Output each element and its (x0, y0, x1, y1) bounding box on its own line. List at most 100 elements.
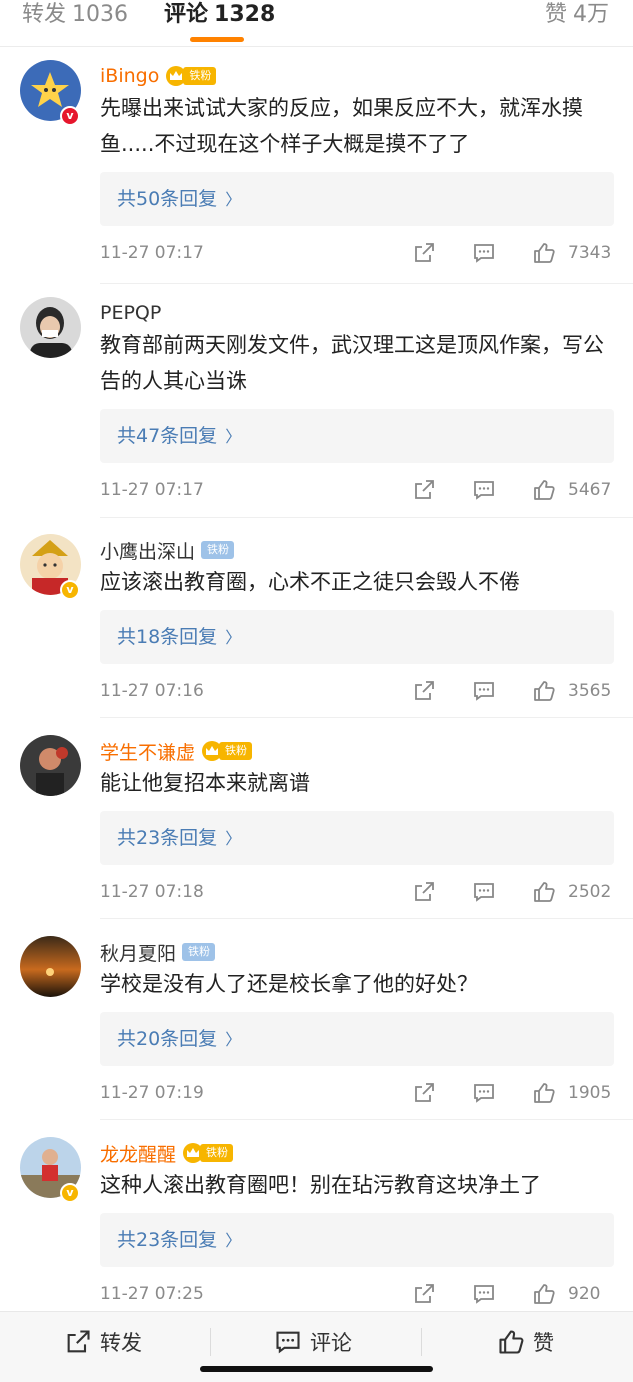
comment-item: PEPQP 教育部前两天刚发文件，武汉理工这是顶风作案，写公告的人其心当诛 共4… (0, 297, 633, 518)
chevron-right-icon: 〉 (225, 1030, 242, 1049)
tab-like[interactable]: 赞 4万 (545, 0, 609, 30)
comment-icon (276, 1331, 300, 1354)
tab-comment-count: 1328 (214, 2, 276, 27)
username[interactable]: iBingo (100, 65, 159, 87)
thumbs-up-icon[interactable] (532, 1081, 556, 1105)
thumbs-up-icon[interactable] (532, 478, 556, 502)
replies-label: 共47条回复 (117, 425, 218, 447)
share-icon[interactable] (412, 1081, 436, 1105)
view-replies-button[interactable]: 共47条回复〉 (100, 409, 614, 463)
view-replies-button[interactable]: 共23条回复〉 (100, 811, 614, 865)
tab-repost-label: 转发 (22, 2, 67, 27)
view-replies-button[interactable]: 共20条回复〉 (100, 1012, 614, 1066)
view-replies-button[interactable]: 共23条回复〉 (100, 1213, 614, 1267)
tab-like-label: 赞 (544, 2, 567, 27)
divider (100, 717, 633, 718)
comment-item: v 龙龙醒醒 铁粉 这种人滚出教育圈吧！别在玷污教育这块净土了 共23条回复〉 … (0, 1137, 633, 1309)
comment-meta: 11-27 07:17 5467 (100, 476, 614, 504)
crown-icon (183, 1143, 204, 1163)
divider (100, 918, 633, 919)
comment-icon[interactable] (472, 478, 496, 502)
fan-badge-label: 铁粉 (219, 742, 253, 760)
home-indicator[interactable] (200, 1366, 433, 1372)
thumbs-up-icon[interactable] (532, 241, 556, 265)
comment-text: 这种人滚出教育圈吧！别在玷污教育这块净土了 (100, 1173, 541, 1197)
like-label: 赞 (533, 1331, 554, 1355)
like-count: 2502 (568, 882, 612, 902)
share-icon[interactable] (412, 679, 436, 703)
chevron-right-icon: 〉 (225, 190, 242, 209)
chevron-right-icon: 〉 (225, 628, 242, 647)
tab-comment-label: 评论 (164, 2, 209, 27)
comment-icon[interactable] (472, 1282, 496, 1306)
repost-button[interactable]: 转发 (64, 1326, 142, 1358)
active-tab-indicator (190, 37, 244, 42)
share-icon[interactable] (412, 880, 436, 904)
like-count: 920 (568, 1284, 601, 1304)
fan-badge: 铁粉 (165, 66, 217, 86)
separator (421, 1328, 422, 1356)
comment-icon[interactable] (472, 880, 496, 904)
comment-icon[interactable] (472, 241, 496, 265)
comment-label: 评论 (310, 1331, 352, 1355)
comment-meta: 11-27 07:16 3565 (100, 677, 614, 705)
like-count: 3565 (568, 681, 612, 701)
avatar[interactable] (20, 936, 81, 997)
chevron-right-icon: 〉 (225, 427, 242, 446)
comment-time: 11-27 07:18 (100, 882, 204, 902)
comment-item: 学生不谦虚 铁粉 能让他复招本来就离谱 共23条回复〉 11-27 07:18 … (0, 735, 633, 919)
comment-text: 学校是没有人了还是校长拿了他的好处？ (100, 972, 478, 996)
thumbs-up-icon[interactable] (532, 1282, 556, 1306)
replies-label: 共23条回复 (117, 827, 218, 849)
thumbs-up-icon[interactable] (532, 880, 556, 904)
like-button[interactable]: 赞 (497, 1326, 554, 1358)
replies-label: 共23条回复 (117, 1229, 218, 1251)
comment-meta: 11-27 07:18 2502 (100, 878, 614, 906)
username[interactable]: PEPQP (100, 302, 161, 324)
share-icon[interactable] (412, 1282, 436, 1306)
avatar[interactable] (20, 735, 81, 796)
replies-label: 共18条回复 (117, 626, 218, 648)
share-icon[interactable] (412, 241, 436, 265)
chevron-right-icon: 〉 (225, 1231, 242, 1250)
comment-meta: 11-27 07:25 920 (100, 1280, 614, 1308)
verified-badge: v (60, 106, 80, 126)
comment-icon[interactable] (472, 1081, 496, 1105)
username[interactable]: 龙龙醒醒 (100, 1140, 176, 1167)
comment-text: 应该滚出教育圈，心术不正之徒只会毁人不倦 (100, 570, 520, 594)
chevron-right-icon: 〉 (225, 829, 242, 848)
comment-time: 11-27 07:19 (100, 1083, 204, 1103)
divider (100, 1119, 633, 1120)
comment-icon[interactable] (472, 679, 496, 703)
view-replies-button[interactable]: 共50条回复〉 (100, 172, 614, 226)
avatar[interactable] (20, 297, 81, 358)
view-replies-button[interactable]: 共18条回复〉 (100, 610, 614, 664)
comment-button[interactable]: 评论 (274, 1326, 352, 1358)
username[interactable]: 学生不谦虚 (100, 738, 195, 765)
comment-item: 秋月夏阳 铁粉 学校是没有人了还是校长拿了他的好处？ 共20条回复〉 11-27… (0, 936, 633, 1120)
share-icon (67, 1330, 90, 1353)
separator (210, 1328, 211, 1356)
like-count: 5467 (568, 480, 612, 500)
verified-badge: v (60, 1183, 80, 1203)
thumbs-up-icon (499, 1330, 524, 1354)
like-count: 7343 (568, 243, 612, 263)
fan-badge-label: 铁粉 (182, 943, 216, 961)
comment-time: 11-27 07:17 (100, 243, 204, 263)
thumbs-up-icon[interactable] (532, 679, 556, 703)
username[interactable]: 秋月夏阳 (100, 939, 176, 966)
comment-item: v iBingo 铁粉 先曝出来试试大家的反应，如果反应不大，就浑水摸鱼....… (0, 60, 633, 284)
fan-badge: 铁粉 (182, 942, 216, 962)
divider (100, 517, 633, 518)
verified-badge: v (60, 580, 80, 600)
share-icon[interactable] (412, 478, 436, 502)
tab-comment[interactable]: 评论 1328 (164, 0, 275, 30)
comment-meta: 11-27 07:17 7343 (100, 239, 614, 267)
tab-repost[interactable]: 转发 1036 (22, 0, 128, 30)
fan-badge-label: 铁粉 (183, 67, 217, 85)
repost-label: 转发 (100, 1331, 142, 1355)
username[interactable]: 小鹰出深山 (100, 537, 195, 564)
comment-tabs: 转发 1036 评论 1328 赞 4万 (0, 0, 633, 47)
replies-label: 共20条回复 (117, 1028, 218, 1050)
fan-badge: 铁粉 (201, 741, 253, 761)
